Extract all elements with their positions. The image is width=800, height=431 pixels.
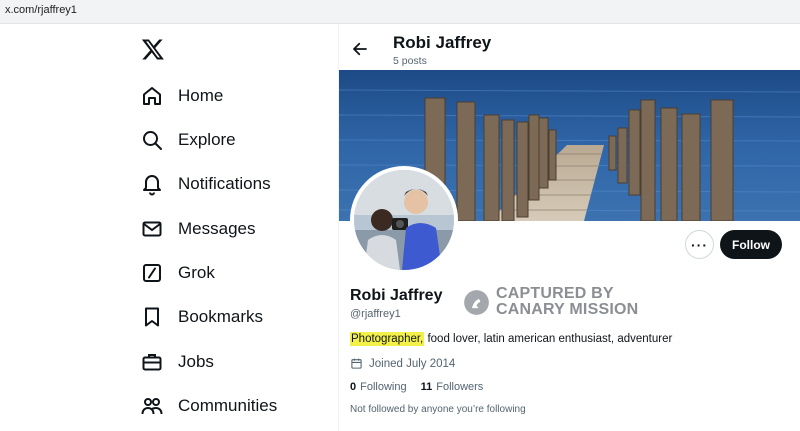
envelope-icon (142, 221, 162, 237)
grok-icon (143, 264, 161, 282)
followers-link[interactable]: 11 Followers (421, 381, 484, 393)
following-link[interactable]: 0 Following (350, 381, 407, 393)
followers-count: 11 (420, 381, 433, 393)
more-options-button[interactable]: ··· (685, 230, 714, 259)
sidebar-item-notifications[interactable]: Notifications (140, 169, 271, 199)
sidebar-item-label: Grok (178, 263, 215, 282)
watermark-line1: CAPTURED BY (496, 285, 614, 302)
post-count: 5 posts (393, 55, 427, 67)
profile-handle: @rjaffrey1 (350, 308, 401, 320)
sidebar-item-bookmarks[interactable]: Bookmarks (140, 302, 263, 332)
sidebar-item-explore[interactable]: Explore (140, 125, 236, 155)
bell-icon (143, 175, 161, 196)
briefcase-icon (142, 354, 162, 371)
sidebar-item-jobs[interactable]: Jobs (140, 347, 214, 377)
search-icon (143, 131, 162, 150)
sidebar-item-home[interactable]: Home (140, 81, 223, 111)
sidebar-item-label: Communities (178, 396, 278, 415)
address-bar[interactable]: x.com/rjaffrey1 (0, 0, 800, 24)
sidebar-item-label: Jobs (178, 352, 214, 371)
watermark: CAPTURED BY CANARY MISSION (463, 286, 638, 318)
back-arrow-icon[interactable] (351, 40, 369, 58)
not-followed-note: Not followed by anyone you’re following (350, 404, 526, 415)
sidebar-item-label: Notifications (178, 174, 271, 193)
people-icon (141, 398, 163, 415)
sidebar-item-label: Explore (178, 130, 236, 149)
sidebar-item-label: Messages (178, 219, 256, 238)
sidebar-item-label: Home (178, 86, 224, 105)
watermark-line2: CANARY MISSION (496, 301, 639, 318)
profile-bio: Photographer, food lover, latin american… (350, 332, 673, 346)
profile-avatar[interactable] (350, 166, 458, 274)
join-date: Joined July 2014 (350, 357, 455, 370)
bookmark-icon (145, 307, 159, 327)
sidebar: Home Explore Notifications Messages Grok… (0, 24, 338, 431)
join-date-text: Joined July 2014 (369, 357, 456, 370)
bio-highlight: Photographer, (350, 332, 425, 346)
url-text: x.com/rjaffrey1 (5, 4, 77, 16)
follow-button[interactable]: Follow (720, 230, 782, 259)
following-count: 0 (350, 381, 357, 393)
follow-stats: 0 Following 11 Followers (350, 381, 497, 393)
followers-label: Followers (436, 381, 484, 393)
home-icon (143, 87, 161, 105)
watermark-text: CAPTURED BY CANARY MISSION (496, 286, 638, 318)
sidebar-item-grok[interactable]: Grok (140, 258, 215, 288)
sidebar-item-messages[interactable]: Messages (140, 214, 255, 244)
x-logo-icon[interactable] (141, 37, 165, 61)
bio-text: food lover, latin american enthusiast, a… (424, 333, 673, 345)
profile-column: Robi Jaffrey 5 posts ··· Follow Robi Jaf… (339, 24, 800, 431)
canary-logo-icon (464, 289, 489, 315)
profile-header: Robi Jaffrey 5 posts (339, 24, 800, 70)
sidebar-item-communities[interactable]: Communities (140, 391, 277, 421)
following-label: Following (360, 381, 407, 393)
sidebar-item-label: Bookmarks (178, 307, 264, 326)
profile-name: Robi Jaffrey (350, 287, 443, 304)
header-name: Robi Jaffrey (393, 33, 492, 52)
calendar-icon (351, 358, 362, 369)
